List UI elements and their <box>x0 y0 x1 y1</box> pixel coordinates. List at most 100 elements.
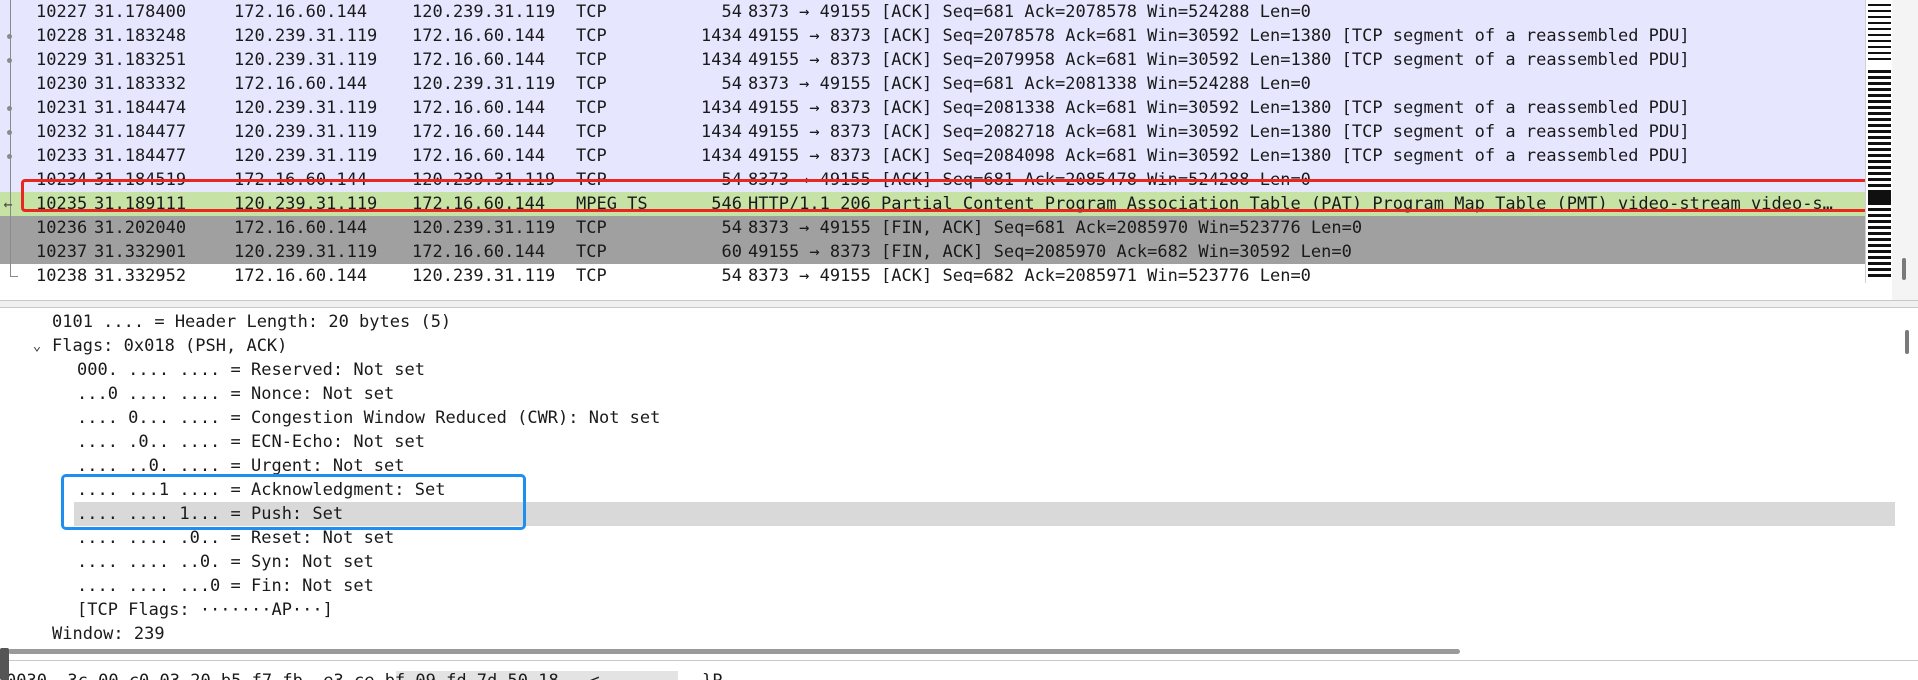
packet-source: 172.16.60.144 <box>234 170 368 190</box>
details-horizontal-scroll-thumb[interactable] <box>8 649 1460 654</box>
conversation-bracket-end <box>10 276 18 277</box>
packet-row[interactable]: 10234 31.184519 172.16.60.144 120.239.31.11… <box>0 168 1865 192</box>
detail-field-text: .... 0... .... = Congestion Window Reduc… <box>77 408 661 428</box>
packet-row[interactable]: 10238 31.332952 172.16.60.144 120.239.31.11… <box>0 264 1865 283</box>
detail-row-selected[interactable]: .... .... 1... = Push: Set <box>74 502 1895 526</box>
packet-row[interactable]: 10229 31.183251 120.239.31.119 172.16.60.14… <box>0 48 1865 72</box>
expand-chevron-icon[interactable]: ⌄ <box>28 334 46 358</box>
packet-row[interactable]: 10233 31.184477 120.239.31.119 172.16.60.14… <box>0 144 1865 168</box>
packet-row[interactable]: 10236 31.202040 172.16.60.144 120.239.31.11… <box>0 216 1865 240</box>
detail-row[interactable]: 0101 .... = Header Length: 20 bytes (5) <box>0 310 1895 334</box>
detail-field-text: .... .... 1... = Push: Set <box>77 504 344 524</box>
packet-destination: 172.16.60.144 <box>412 26 546 46</box>
packet-length: 546 <box>711 194 742 214</box>
minimap-stripe <box>1868 202 1891 205</box>
packet-info: 8373 → 49155 [ACK] Seq=681 Ack=2085478 W… <box>748 170 1311 190</box>
minimap-stripe <box>1868 148 1891 151</box>
packet-row[interactable]: 10228 31.183248 120.239.31.119 172.16.60.14… <box>0 24 1865 48</box>
details-horizontal-scrollbar[interactable] <box>0 640 1918 660</box>
pane-splitter[interactable] <box>0 300 1918 308</box>
detail-row[interactable]: 000. .... .... = Reserved: Not set <box>0 358 1895 382</box>
packet-row[interactable]: 10231 31.184474 120.239.31.119 172.16.60.14… <box>0 96 1865 120</box>
packet-row[interactable]: 10230 31.183332 172.16.60.144 120.239.31.11… <box>0 72 1865 96</box>
packet-number: 10233 <box>36 146 88 166</box>
details-scroll-thumb[interactable] <box>1905 330 1909 354</box>
detail-row[interactable]: .... ..0. .... = Urgent: Not set <box>0 454 1895 478</box>
packet-length: 60 <box>721 242 742 262</box>
packet-details-pane[interactable]: 0101 .... = Header Length: 20 bytes (5) ⌄… <box>0 308 1918 640</box>
detail-row[interactable]: .... .... .0.. = Reset: Not set <box>0 526 1895 550</box>
minimap-stripe <box>1868 28 1891 30</box>
packet-destination: 172.16.60.144 <box>412 194 546 214</box>
packet-row[interactable]: 10227 31.178400 172.16.60.144 120.239.31.11… <box>0 0 1865 24</box>
packet-info: 49155 → 8373 [ACK] Seq=2079958 Ack=681 W… <box>748 50 1690 70</box>
minimap-stripe <box>1868 76 1891 79</box>
detail-row[interactable]: .... .... ...0 = Fin: Not set <box>0 574 1895 598</box>
minimap-stripe <box>1868 166 1891 169</box>
detail-field-text: .... ...1 .... = Acknowledgment: Set <box>77 480 446 500</box>
detail-field-text: .... .... ..0. = Syn: Not set <box>77 552 374 572</box>
resize-handle[interactable] <box>0 648 9 680</box>
packet-bytes-pane[interactable]: 0030 3c 00 c0 03 20 b5 f7 fb e3 ce bf 09… <box>0 660 1918 680</box>
minimap-stripe <box>1868 88 1891 91</box>
packet-number: 10235 <box>36 194 88 214</box>
packet-destination: 120.239.31.119 <box>412 218 556 238</box>
minimap-stripe <box>1868 208 1891 211</box>
packet-length: 1434 <box>701 98 742 118</box>
packet-protocol: TCP <box>576 26 607 46</box>
detail-row[interactable]: .... .... ..0. = Syn: Not set <box>0 550 1895 574</box>
minimap-stripe <box>1868 136 1891 139</box>
detail-field-text: .... .... ...0 = Fin: Not set <box>77 576 374 596</box>
packet-list-pane: 10227 31.178400 172.16.60.144 120.239.31.11… <box>0 0 1918 300</box>
detail-row[interactable]: [TCP Flags: ·······AP···] <box>0 598 1895 622</box>
detail-row[interactable]: Window: 239 <box>0 622 1895 640</box>
minimap-stripe <box>1868 232 1891 235</box>
packet-protocol: TCP <box>576 146 607 166</box>
packet-row[interactable]: 10237 31.332901 120.239.31.119 172.16.60.14… <box>0 240 1865 264</box>
minimap-stripe <box>1868 142 1891 145</box>
detail-row[interactable]: .... ...1 .... = Acknowledgment: Set <box>0 478 1895 502</box>
packet-time: 31.332952 <box>94 266 187 283</box>
packet-row[interactable]: 10232 31.184477 120.239.31.119 172.16.60.14… <box>0 120 1865 144</box>
packet-number: 10230 <box>36 74 88 94</box>
detail-row[interactable]: ...0 .... .... = Nonce: Not set <box>0 382 1895 406</box>
details-scrollbar[interactable] <box>1895 308 1918 640</box>
packet-minimap[interactable] <box>1865 0 1893 283</box>
packet-info: 8373 → 49155 [FIN, ACK] Seq=681 Ack=2085… <box>748 218 1363 238</box>
minimap-stripe <box>1868 256 1891 259</box>
packet-length: 1434 <box>701 146 742 166</box>
packet-info: 8373 → 49155 [ACK] Seq=682 Ack=2085971 W… <box>748 266 1311 283</box>
minimap-stripe <box>1868 112 1891 115</box>
packet-time: 31.183332 <box>94 74 187 94</box>
minimap-stripe <box>1868 16 1891 18</box>
related-packet-arrow-icon: ← <box>3 195 13 213</box>
minimap-stripe <box>1868 214 1891 217</box>
minimap-stripe <box>1868 46 1891 48</box>
packet-number: 10228 <box>36 26 88 46</box>
detail-row[interactable]: ⌄ Flags: 0x018 (PSH, ACK) <box>0 334 1895 358</box>
packet-protocol: TCP <box>576 98 607 118</box>
detail-field-text: 000. .... .... = Reserved: Not set <box>77 360 425 380</box>
packet-protocol: TCP <box>576 2 607 22</box>
minimap-stripe <box>1868 172 1891 175</box>
packet-time: 31.183251 <box>94 50 187 70</box>
detail-field-text: Window: 239 <box>52 624 165 640</box>
packet-destination: 172.16.60.144 <box>412 50 546 70</box>
detail-row[interactable]: .... .0.. .... = ECN-Echo: Not set <box>0 430 1895 454</box>
packet-list-scrollbar[interactable] <box>1892 0 1918 300</box>
packet-destination: 172.16.60.144 <box>412 242 546 262</box>
minimap-stripe <box>1868 106 1891 109</box>
packet-info: 49155 → 8373 [ACK] Seq=2082718 Ack=681 W… <box>748 122 1690 142</box>
related-packet-dot-icon <box>7 58 12 63</box>
packet-length: 54 <box>721 74 742 94</box>
packet-row-selected[interactable]: 10235 31.189111 120.239.31.119 172.16.60.14… <box>0 192 1865 216</box>
minimap-selected-marker <box>1868 192 1891 202</box>
related-packet-dot-icon <box>7 154 12 159</box>
packet-list-scroll-thumb[interactable] <box>1902 258 1906 280</box>
packet-list[interactable]: 10227 31.178400 172.16.60.144 120.239.31.11… <box>0 0 1865 283</box>
packet-protocol: MPEG TS <box>576 194 648 214</box>
packet-protocol: TCP <box>576 218 607 238</box>
packet-length: 54 <box>721 170 742 190</box>
packet-length: 54 <box>721 266 742 283</box>
detail-row[interactable]: .... 0... .... = Congestion Window Reduc… <box>0 406 1895 430</box>
